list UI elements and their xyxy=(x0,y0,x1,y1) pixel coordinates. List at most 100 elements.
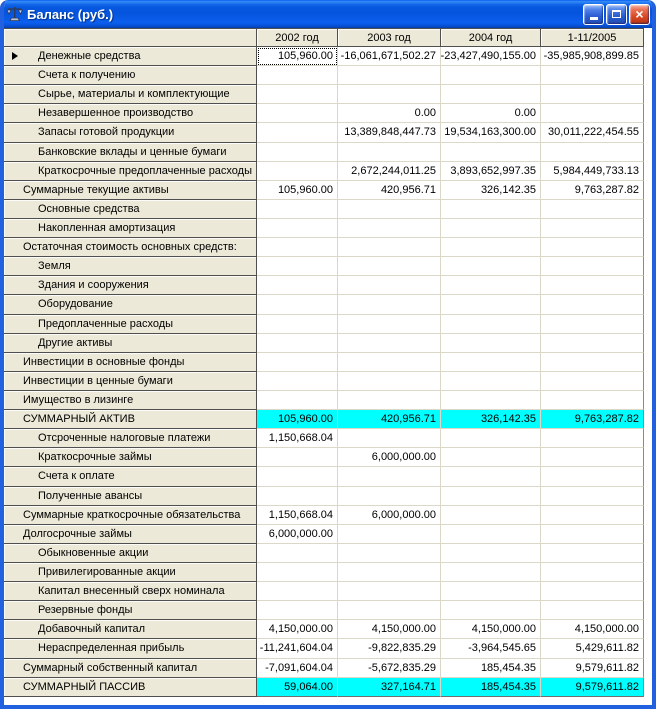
row-header[interactable]: Запасы готовой продукции xyxy=(4,123,257,143)
table-cell[interactable] xyxy=(441,582,541,602)
table-cell[interactable] xyxy=(541,524,644,544)
table-cell[interactable] xyxy=(541,371,644,391)
table-cell[interactable]: 59,064.00 xyxy=(257,677,338,697)
table-cell[interactable] xyxy=(541,390,644,411)
table-cell[interactable] xyxy=(257,601,338,621)
table-cell[interactable] xyxy=(441,295,541,315)
table-cell[interactable] xyxy=(338,333,441,353)
table-cell[interactable]: 1,150,668.04 xyxy=(257,429,338,449)
row-header[interactable]: Отсроченные налоговые платежи xyxy=(4,429,257,449)
row-header[interactable]: Долгосрочные займы xyxy=(4,524,257,544)
table-cell[interactable]: 30,011,222,454.55 xyxy=(541,123,644,143)
table-cell[interactable]: 420,956.71 xyxy=(338,410,441,430)
table-cell[interactable]: 105,960.00 xyxy=(257,180,338,200)
row-header[interactable]: Добавочный капитал xyxy=(4,620,257,640)
table-cell[interactable]: 326,142.35 xyxy=(441,410,541,430)
row-header[interactable]: Суммарные текущие активы xyxy=(4,180,257,200)
table-cell[interactable] xyxy=(441,85,541,105)
table-cell[interactable] xyxy=(441,505,541,525)
table-cell[interactable]: 9,579,611.82 xyxy=(541,658,644,678)
table-cell[interactable] xyxy=(541,104,644,124)
table-cell[interactable] xyxy=(441,276,541,296)
table-cell[interactable]: 4,150,000.00 xyxy=(257,620,338,640)
table-cell[interactable] xyxy=(541,257,644,277)
table-cell[interactable]: 185,454.35 xyxy=(441,658,541,678)
table-cell[interactable]: 0.00 xyxy=(441,104,541,124)
table-cell[interactable] xyxy=(338,486,441,506)
table-cell[interactable] xyxy=(338,582,441,602)
minimize-button[interactable] xyxy=(583,3,604,25)
table-cell[interactable] xyxy=(257,104,338,124)
row-header[interactable]: Счета к оплате xyxy=(4,467,257,487)
table-cell[interactable] xyxy=(541,238,644,258)
table-cell[interactable] xyxy=(257,66,338,86)
table-cell[interactable] xyxy=(257,543,338,563)
table-cell[interactable] xyxy=(257,562,338,583)
table-cell[interactable] xyxy=(541,276,644,296)
row-header[interactable]: Оборудование xyxy=(4,295,257,315)
table-cell[interactable] xyxy=(257,218,338,239)
table-cell[interactable] xyxy=(257,161,338,181)
row-header[interactable]: Сырье, материалы и комплектующие xyxy=(4,85,257,105)
table-cell[interactable] xyxy=(541,543,644,563)
table-cell[interactable] xyxy=(541,314,644,334)
row-header[interactable]: СУММАРНЫЙ АКТИВ xyxy=(4,410,257,430)
table-cell[interactable]: 9,763,287.82 xyxy=(541,410,644,430)
table-cell[interactable] xyxy=(441,448,541,468)
row-header[interactable]: Незавершенное производство xyxy=(4,104,257,124)
row-header[interactable]: Другие активы xyxy=(4,333,257,353)
table-cell[interactable] xyxy=(541,486,644,506)
table-cell[interactable] xyxy=(257,123,338,143)
table-cell[interactable] xyxy=(541,352,644,372)
table-cell[interactable]: -3,964,545.65 xyxy=(441,639,541,659)
table-cell[interactable] xyxy=(338,562,441,583)
table-cell[interactable] xyxy=(441,66,541,86)
table-cell[interactable] xyxy=(338,352,441,372)
table-cell[interactable] xyxy=(338,66,441,86)
table-cell[interactable] xyxy=(338,429,441,449)
row-header[interactable]: Накопленная амортизация xyxy=(4,218,257,239)
table-cell[interactable] xyxy=(338,295,441,315)
row-header[interactable]: Банковские вклады и ценные бумаги xyxy=(4,142,257,162)
table-cell[interactable]: 6,000,000.00 xyxy=(338,505,441,525)
table-cell[interactable] xyxy=(541,295,644,315)
table-cell[interactable] xyxy=(541,199,644,219)
table-cell[interactable]: -23,427,490,155.00 xyxy=(441,47,541,67)
table-cell[interactable] xyxy=(541,582,644,602)
table-cell[interactable] xyxy=(257,314,338,334)
row-header[interactable]: СУММАРНЫЙ ПАССИВ xyxy=(4,677,257,697)
table-cell[interactable] xyxy=(338,467,441,487)
table-cell[interactable] xyxy=(441,352,541,372)
row-header[interactable]: Инвестиции в основные фонды xyxy=(4,352,257,372)
table-cell[interactable]: -11,241,604.04 xyxy=(257,639,338,659)
table-cell[interactable] xyxy=(338,524,441,544)
table-cell[interactable] xyxy=(257,486,338,506)
table-cell[interactable] xyxy=(257,390,338,411)
table-cell[interactable]: 6,000,000.00 xyxy=(257,524,338,544)
table-cell[interactable] xyxy=(338,276,441,296)
row-header[interactable]: Суммарный собственный капитал xyxy=(4,658,257,678)
row-header[interactable]: Нераспределенная прибыль xyxy=(4,639,257,659)
table-cell[interactable] xyxy=(541,505,644,525)
table-cell[interactable] xyxy=(441,238,541,258)
table-cell[interactable] xyxy=(441,562,541,583)
table-cell[interactable] xyxy=(338,85,441,105)
row-header[interactable]: Земля xyxy=(4,257,257,277)
table-cell[interactable] xyxy=(541,601,644,621)
table-cell[interactable] xyxy=(441,333,541,353)
table-cell[interactable]: 1,150,668.04 xyxy=(257,505,338,525)
table-cell[interactable] xyxy=(338,543,441,563)
table-cell[interactable] xyxy=(257,448,338,468)
row-header[interactable]: Краткосрочные предоплаченные расходы xyxy=(4,161,257,181)
table-cell[interactable]: 13,389,848,447.73 xyxy=(338,123,441,143)
table-cell[interactable]: 327,164.71 xyxy=(338,677,441,697)
row-header[interactable]: Имущество в лизинге xyxy=(4,390,257,411)
table-cell[interactable]: 185,454.35 xyxy=(441,677,541,697)
table-cell[interactable]: 4,150,000.00 xyxy=(441,620,541,640)
table-cell[interactable] xyxy=(257,467,338,487)
row-header[interactable]: Предоплаченные расходы xyxy=(4,314,257,334)
table-cell[interactable] xyxy=(441,601,541,621)
table-cell[interactable] xyxy=(541,467,644,487)
table-cell[interactable] xyxy=(441,390,541,411)
table-cell[interactable]: 9,579,611.82 xyxy=(541,677,644,697)
